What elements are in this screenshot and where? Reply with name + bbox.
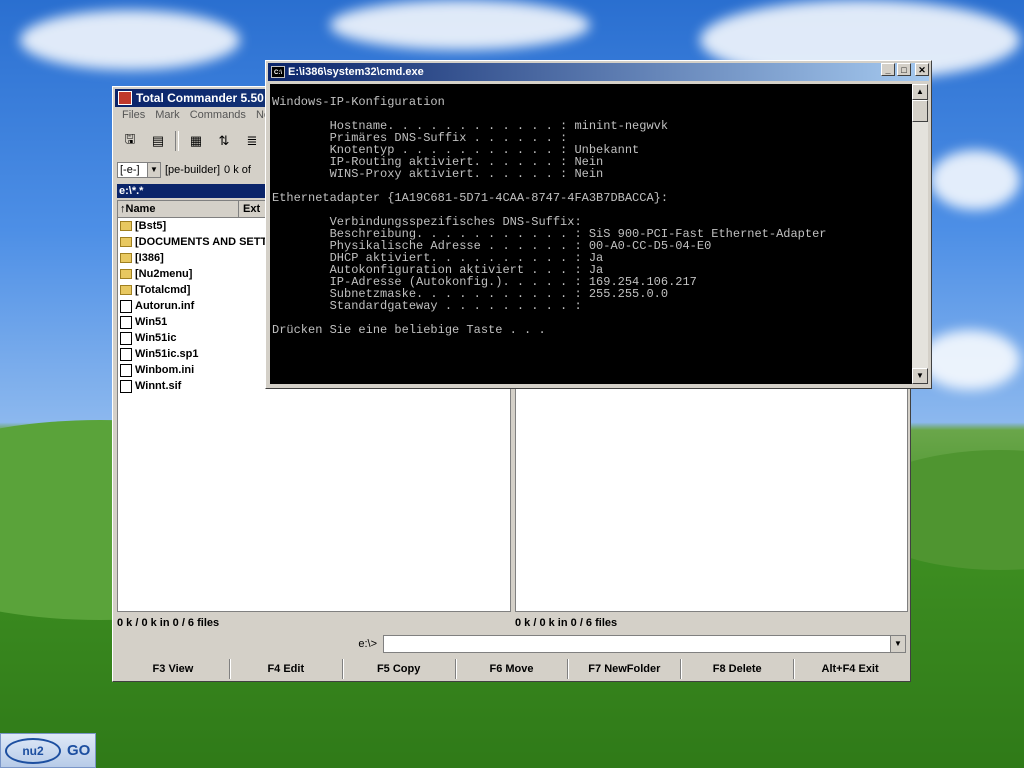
close-button[interactable]: ✕ bbox=[915, 63, 929, 76]
toolbar-separator bbox=[175, 131, 179, 151]
go-label: GO bbox=[67, 742, 91, 759]
cmd-title: E:\i386\system32\cmd.exe bbox=[288, 66, 424, 78]
start-go-button[interactable]: nu2 GO bbox=[0, 733, 96, 768]
minimize-button[interactable]: _ bbox=[881, 63, 895, 76]
folder-icon bbox=[120, 221, 132, 231]
folder-icon bbox=[120, 237, 132, 247]
scroll-up-icon[interactable]: ▲ bbox=[912, 84, 928, 100]
cmd-icon: C:\ bbox=[271, 66, 285, 78]
file-name: Win51ic bbox=[135, 332, 177, 344]
file-name: [DOCUMENTS AND SETTI bbox=[135, 236, 271, 248]
function-key-bar: F3 View F4 Edit F5 Copy F6 Move F7 NewFo… bbox=[117, 659, 906, 679]
file-name: Winbom.ini bbox=[135, 364, 195, 376]
chevron-down-icon[interactable]: ▼ bbox=[147, 163, 160, 177]
command-line: e:\> ▼ bbox=[353, 635, 906, 653]
scroll-thumb[interactable] bbox=[912, 100, 928, 122]
file-name: Win51ic.sp1 bbox=[135, 348, 199, 360]
file-name: [I386] bbox=[135, 252, 164, 264]
file-name: [Nu2menu] bbox=[135, 268, 193, 280]
f5-copy-button[interactable]: F5 Copy bbox=[343, 659, 456, 679]
file-name: Winnt.sif bbox=[135, 380, 182, 392]
f8-delete-button[interactable]: F8 Delete bbox=[681, 659, 795, 679]
folder-icon bbox=[120, 269, 132, 279]
file-icon bbox=[120, 347, 132, 361]
brief-view-icon[interactable]: ▦ bbox=[185, 130, 207, 152]
refresh-icon[interactable]: 🖫 bbox=[119, 130, 141, 152]
folder-icon bbox=[120, 253, 132, 263]
left-path[interactable]: e:\*.* bbox=[117, 184, 265, 198]
file-icon bbox=[120, 363, 132, 377]
command-line-input[interactable]: ▼ bbox=[383, 635, 906, 653]
nu2-logo: nu2 bbox=[5, 737, 61, 764]
menu-files[interactable]: Files bbox=[117, 109, 150, 125]
tc-title: Total Commander 5.50 bbox=[136, 91, 264, 105]
file-icon bbox=[120, 315, 132, 329]
command-line-prompt: e:\> bbox=[358, 638, 377, 650]
file-icon bbox=[120, 299, 132, 313]
file-icon bbox=[120, 331, 132, 345]
file-name: Win51 bbox=[135, 316, 168, 328]
drive-select-value: [-e-] bbox=[120, 164, 140, 176]
exit-button[interactable]: Alt+F4 Exit bbox=[794, 659, 906, 679]
f3-view-button[interactable]: F3 View bbox=[117, 659, 230, 679]
file-name: [Bst5] bbox=[135, 220, 167, 232]
chevron-down-icon[interactable]: ▼ bbox=[890, 636, 905, 652]
file-name: [Totalcmd] bbox=[135, 284, 191, 296]
full-view-icon[interactable]: ≣ bbox=[241, 130, 263, 152]
f4-edit-button[interactable]: F4 Edit bbox=[230, 659, 343, 679]
tc-menubar: Files Mark Commands Ne bbox=[117, 109, 275, 125]
cmd-window[interactable]: C:\ E:\i386\system32\cmd.exe _ □ ✕ Windo… bbox=[265, 60, 932, 389]
f6-move-button[interactable]: F6 Move bbox=[456, 659, 569, 679]
left-status: 0 k / 0 k in 0 / 6 files bbox=[117, 617, 220, 629]
vertical-scrollbar[interactable]: ▲ ▼ bbox=[912, 84, 928, 384]
right-status: 0 k / 0 k in 0 / 6 files bbox=[515, 617, 618, 629]
total-commander-icon bbox=[118, 91, 132, 105]
maximize-button[interactable]: □ bbox=[897, 63, 911, 76]
drive-label: [pe-builder] bbox=[165, 164, 221, 176]
console-output[interactable]: Windows-IP-Konfiguration Hostname. . . .… bbox=[270, 84, 912, 384]
right-file-panel[interactable] bbox=[515, 387, 908, 612]
column-name[interactable]: ↑Name bbox=[118, 201, 239, 217]
drive-select[interactable]: [-e-] ▼ bbox=[117, 162, 161, 178]
folder-icon bbox=[120, 285, 132, 295]
drive-bar: [-e-] ▼ [pe-builder] 0 k of bbox=[117, 161, 251, 179]
sort-icon[interactable]: ⇅ bbox=[213, 130, 235, 152]
menu-mark[interactable]: Mark bbox=[150, 109, 184, 125]
file-name: Autorun.inf bbox=[135, 300, 195, 312]
scroll-down-icon[interactable]: ▼ bbox=[912, 368, 928, 384]
menu-commands[interactable]: Commands bbox=[185, 109, 251, 125]
window-buttons: _ □ ✕ bbox=[881, 63, 929, 76]
tree-icon[interactable]: ▤ bbox=[147, 130, 169, 152]
tc-toolbar: 🖫 ▤ ▦ ⇅ ≣ bbox=[119, 129, 263, 153]
drive-free-space: 0 k of bbox=[224, 164, 251, 176]
f7-newfolder-button[interactable]: F7 NewFolder bbox=[568, 659, 682, 679]
file-icon bbox=[120, 379, 132, 393]
cmd-titlebar[interactable]: C:\ E:\i386\system32\cmd.exe bbox=[268, 63, 929, 81]
